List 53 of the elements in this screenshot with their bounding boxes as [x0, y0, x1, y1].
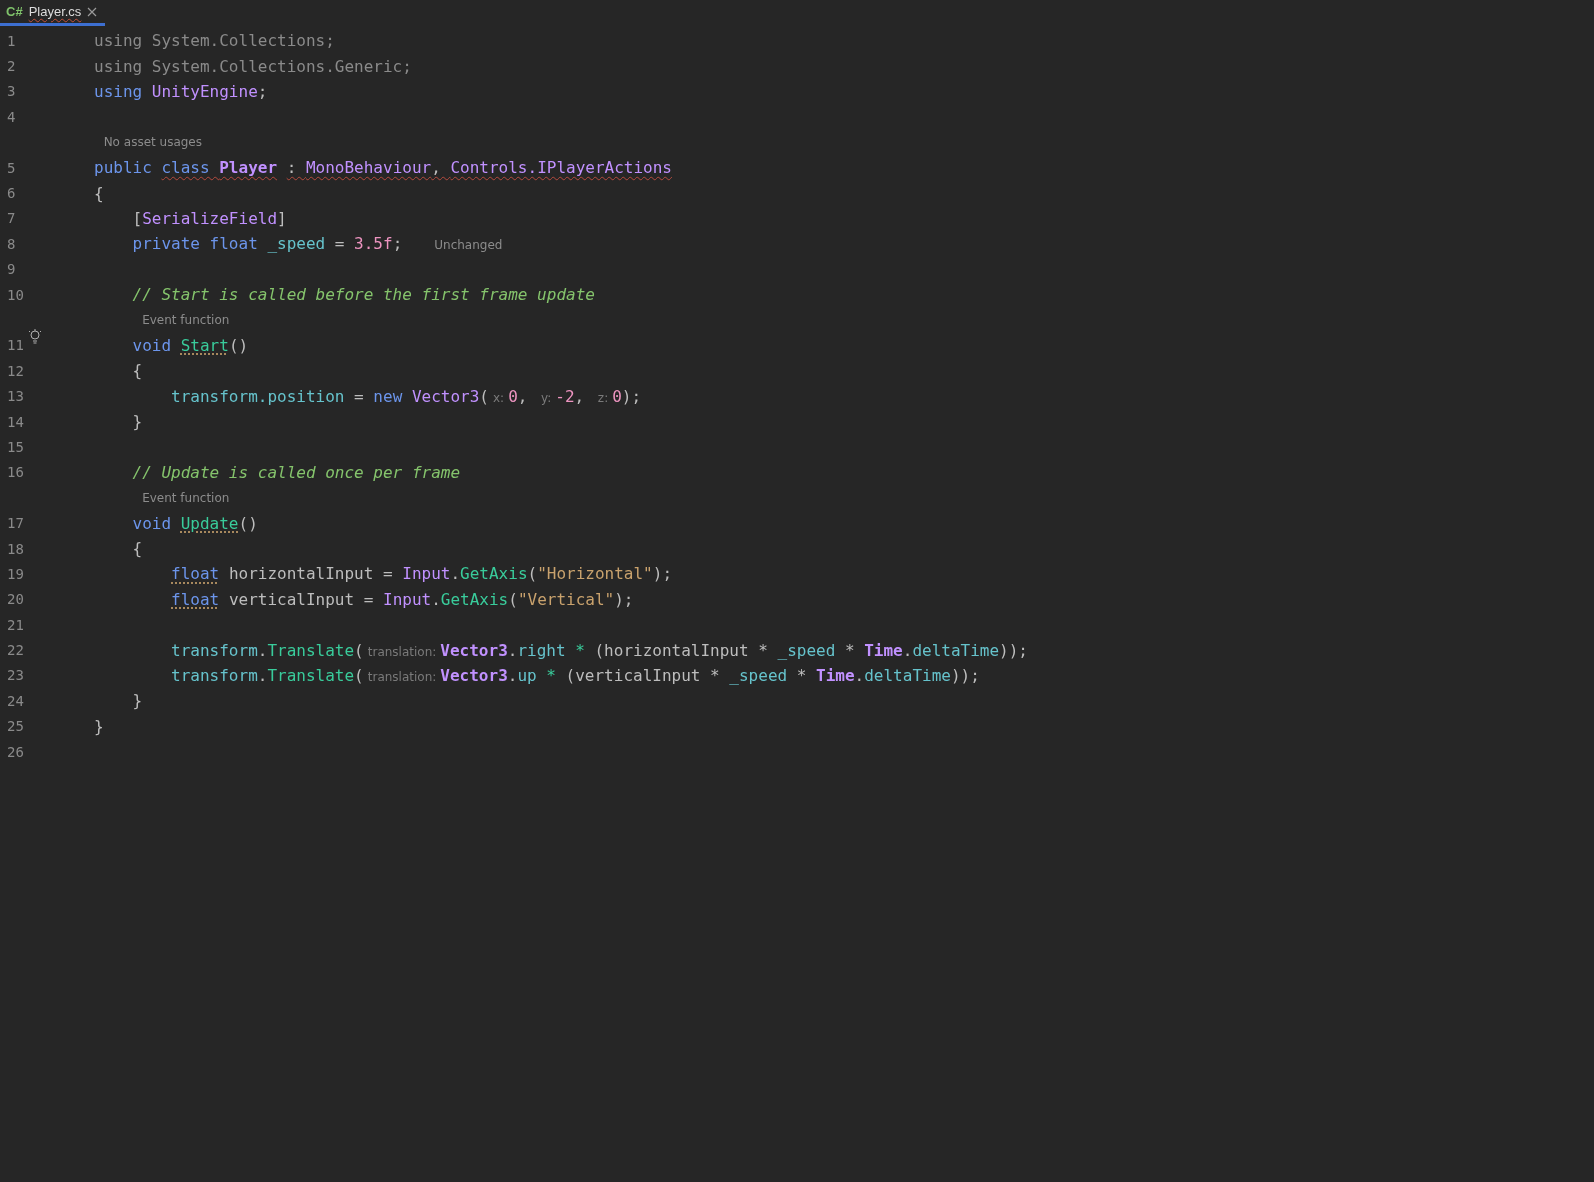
line-number: 20: [6, 591, 24, 608]
line-number: 3: [6, 83, 16, 100]
line-number: 12: [6, 362, 24, 379]
code-line: [SerializeField]: [131, 208, 287, 228]
code-line: {: [131, 539, 143, 558]
code-line: {: [94, 183, 104, 203]
line-number: 16: [6, 464, 24, 481]
line-number: 24: [6, 692, 24, 709]
code-line: private float _speed = 3.5f; Unchanged: [131, 234, 503, 254]
line-number: 22: [6, 642, 24, 659]
line-number: 17: [6, 515, 24, 532]
line-number: 19: [6, 565, 24, 582]
lightbulb-icon[interactable]: [28, 329, 42, 346]
code-line: transform.position = new Vector3( x: 0, y: -2, z: 0);: [170, 386, 642, 406]
code-lens-hint[interactable]: No asset usages: [103, 135, 202, 150]
line-number: 1: [6, 32, 16, 49]
line-number: 6: [6, 185, 16, 202]
code-line: transform.Translate( translation: Vector3.right * (horizontalInput * _speed * Time.deltaTime));: [170, 640, 1028, 660]
line-number: 14: [6, 413, 24, 430]
line-number: 9: [6, 261, 16, 278]
line-number: 11: [6, 337, 24, 354]
line-number: 10: [6, 286, 24, 303]
code-line: // Start is called before the first frame update: [131, 285, 595, 305]
code-lens-hint[interactable]: Event function: [142, 313, 230, 327]
line-number: 26: [6, 743, 24, 760]
line-number: 25: [6, 718, 24, 735]
code-line: }: [94, 716, 104, 736]
code-line: transform.Translate( translation: Vector3.up * (verticalInput * _speed * Time.deltaTime));: [170, 665, 980, 685]
line-number: 18: [6, 540, 24, 557]
code-line: void Start(): [131, 335, 249, 355]
line-number: 13: [6, 388, 24, 405]
line-number: 8: [6, 235, 16, 252]
code-lens-hint[interactable]: Event function: [142, 490, 230, 505]
line-number: 2: [6, 58, 16, 75]
line-number: 4: [6, 108, 16, 125]
code-line: float verticalInput = Input.GetAxis("Vertical");: [170, 589, 634, 609]
close-icon[interactable]: [87, 6, 98, 17]
code-line: using UnityEngine;: [94, 81, 268, 101]
line-number: 15: [6, 438, 24, 455]
code-line: void Update(): [131, 513, 258, 533]
code-line: using System.Collections.Generic;: [94, 56, 412, 76]
code-line: }: [131, 691, 143, 711]
line-number: 5: [6, 159, 16, 176]
code-line: // Update is called once per frame: [131, 462, 461, 482]
code-line: }: [131, 412, 143, 432]
line-number: 23: [6, 667, 24, 684]
code-line: public class Player : MonoBehaviour, Controls.IPlayerActions: [94, 158, 672, 178]
line-number: 7: [6, 210, 16, 227]
code-line: float horizontalInput = Input.GetAxis("Horizontal");: [170, 564, 672, 584]
code-line: {: [131, 361, 143, 381]
file-tab[interactable]: C# Player.cs: [0, 0, 106, 26]
code-line: using System.Collections;: [94, 31, 335, 51]
line-number: 21: [6, 616, 24, 633]
